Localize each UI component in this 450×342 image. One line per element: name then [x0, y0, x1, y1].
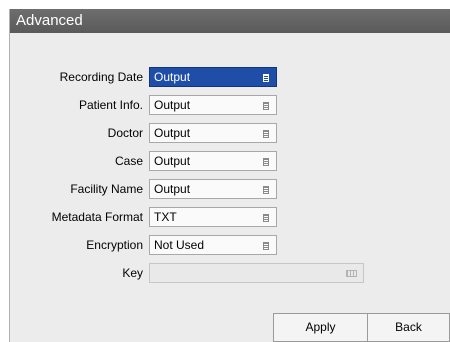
recording-date-value: Output [154, 70, 191, 84]
title-bar: Advanced [10, 9, 450, 33]
metadata-format-label: Metadata Format [51, 210, 143, 224]
list-icon [263, 130, 269, 138]
patient-info-select[interactable]: Output [149, 95, 277, 115]
back-button[interactable]: Back [367, 313, 450, 342]
doctor-label: Doctor [107, 126, 143, 140]
list-icon [263, 74, 269, 82]
key-input [149, 263, 364, 283]
list-icon [263, 158, 269, 166]
window-title: Advanced [16, 12, 83, 29]
list-icon [263, 102, 269, 110]
advanced-dialog: Advanced Recording Date Output Patient I… [9, 9, 450, 342]
case-select[interactable]: Output [149, 151, 277, 171]
patient-info-value: Output [154, 98, 191, 112]
encryption-value: Not Used [154, 238, 205, 252]
apply-button[interactable]: Apply [273, 313, 368, 342]
keyboard-icon [346, 270, 357, 277]
list-icon [263, 214, 269, 222]
recording-date-label: Recording Date [59, 70, 143, 84]
doctor-value: Output [154, 126, 191, 140]
recording-date-select[interactable]: Output [149, 67, 277, 87]
doctor-select[interactable]: Output [149, 123, 277, 143]
facility-name-value: Output [154, 182, 191, 196]
key-label: Key [122, 266, 143, 280]
list-icon [263, 186, 269, 194]
encryption-select[interactable]: Not Used [149, 235, 277, 255]
patient-info-label: Patient Info. [78, 98, 143, 112]
facility-name-label: Facility Name [70, 182, 143, 196]
metadata-format-value: TXT [154, 210, 177, 224]
encryption-label: Encryption [86, 238, 143, 252]
case-label: Case [114, 154, 143, 168]
case-value: Output [154, 154, 191, 168]
list-icon [263, 242, 269, 250]
facility-name-select[interactable]: Output [149, 179, 277, 199]
metadata-format-select[interactable]: TXT [149, 207, 277, 227]
